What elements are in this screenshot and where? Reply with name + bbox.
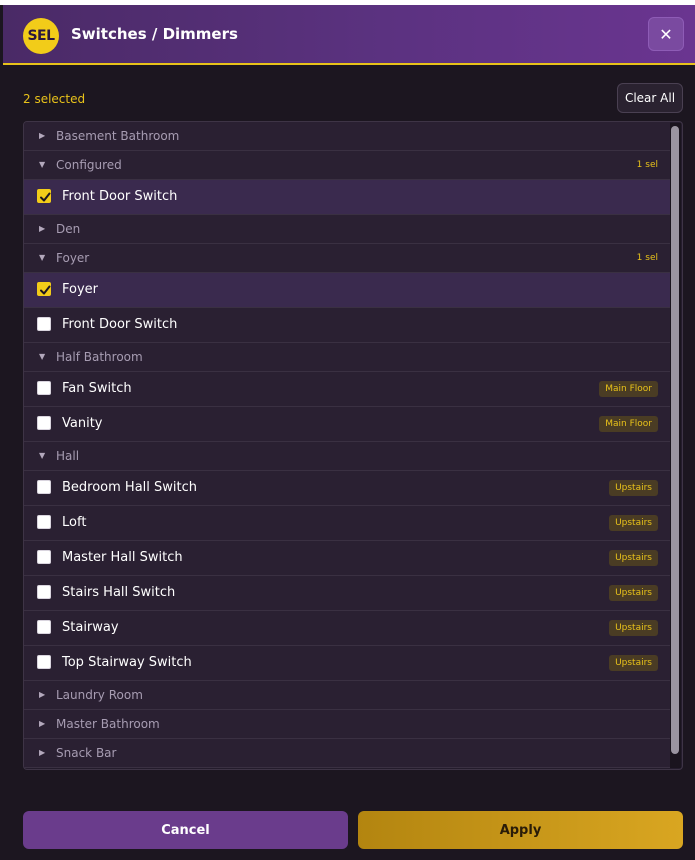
device-list[interactable]: ▶ Basement Bathroom ▼ Configured 1 sel Front … — [23, 121, 683, 770]
caret-down-icon: ▼ — [39, 160, 46, 169]
group-selected-count: 1 sel — [636, 253, 658, 263]
close-button[interactable]: ✕ — [648, 17, 684, 51]
checkbox-checked[interactable] — [37, 282, 51, 296]
sel-badge: SEL — [23, 18, 59, 54]
caret-right-icon: ▶ — [39, 748, 46, 757]
group-selected-count: 1 sel — [636, 160, 658, 170]
group-header[interactable]: ▼ Half Bathroom — [24, 343, 670, 372]
cancel-button[interactable]: Cancel — [23, 811, 348, 849]
item-label: Fan Switch — [62, 381, 132, 396]
scrollbar-thumb[interactable] — [671, 126, 679, 754]
checkbox[interactable] — [37, 620, 51, 634]
group-label: Den — [56, 222, 81, 236]
floor-tag: Upstairs — [609, 480, 658, 496]
list-item[interactable]: Stairway Upstairs — [24, 611, 670, 646]
list-item[interactable]: Front Door Switch — [24, 308, 670, 343]
item-label: Front Door Switch — [62, 317, 178, 332]
checkbox[interactable] — [37, 515, 51, 529]
checkbox[interactable] — [37, 416, 51, 430]
group-header[interactable]: ▶ Laundry Room — [24, 681, 670, 710]
caret-down-icon: ▼ — [39, 352, 46, 361]
floor-tag: Main Floor — [599, 381, 658, 397]
group-label: Basement Bathroom — [56, 129, 180, 143]
item-label: Foyer — [62, 282, 99, 297]
list-item[interactable]: Bedroom Hall Switch Upstairs — [24, 471, 670, 506]
group-label: Configured — [56, 158, 122, 172]
list-item[interactable]: Top Stairway Switch Upstairs — [24, 646, 670, 681]
floor-tag: Upstairs — [609, 655, 658, 671]
group-header[interactable]: ▶ Master Bathroom — [24, 710, 670, 739]
group-header[interactable]: ▶ Basement Bathroom — [24, 122, 670, 151]
clear-all-button[interactable]: Clear All — [617, 83, 683, 113]
floor-tag: Main Floor — [599, 416, 658, 432]
group-label: Hall — [56, 449, 80, 463]
caret-right-icon: ▶ — [39, 690, 46, 699]
group-label: Master Bathroom — [56, 717, 160, 731]
checkbox-checked[interactable] — [37, 189, 51, 203]
item-label: Vanity — [62, 416, 103, 431]
list-item[interactable]: Loft Upstairs — [24, 506, 670, 541]
group-label: Foyer — [56, 251, 90, 265]
group-header[interactable]: ▼ Hall — [24, 442, 670, 471]
item-label: Loft — [62, 515, 87, 530]
caret-down-icon: ▼ — [39, 451, 46, 460]
item-label: Stairway — [62, 620, 119, 635]
floor-tag: Upstairs — [609, 620, 658, 636]
selected-count: 2 selected — [23, 92, 86, 106]
caret-right-icon: ▶ — [39, 131, 46, 140]
check-icon — [40, 192, 51, 202]
floor-tag: Upstairs — [609, 550, 658, 566]
list-item[interactable]: Vanity Main Floor — [24, 407, 670, 442]
item-label: Master Hall Switch — [62, 550, 183, 565]
checkbox[interactable] — [37, 317, 51, 331]
item-label: Top Stairway Switch — [62, 655, 192, 670]
group-header[interactable]: ▼ Foyer 1 sel — [24, 244, 670, 273]
caret-right-icon: ▶ — [39, 224, 46, 233]
caret-right-icon: ▶ — [39, 719, 46, 728]
checkbox[interactable] — [37, 381, 51, 395]
floor-tag: Upstairs — [609, 515, 658, 531]
dialog-header: SEL Switches / Dimmers ✕ — [3, 5, 695, 65]
group-header[interactable]: ▶ Den — [24, 215, 670, 244]
list-item[interactable]: Stairs Hall Switch Upstairs — [24, 576, 670, 611]
list-item[interactable]: Fan Switch Main Floor — [24, 372, 670, 407]
checkbox[interactable] — [37, 480, 51, 494]
item-label: Bedroom Hall Switch — [62, 480, 198, 495]
caret-down-icon: ▼ — [39, 253, 46, 262]
selection-toolbar: 2 selected Clear All — [0, 67, 695, 117]
group-header[interactable]: ▼ Configured 1 sel — [24, 151, 670, 180]
scrollbar[interactable] — [669, 123, 681, 768]
group-label: Laundry Room — [56, 688, 143, 702]
check-icon — [40, 285, 51, 295]
apply-button[interactable]: Apply — [358, 811, 683, 849]
item-label: Stairs Hall Switch — [62, 585, 176, 600]
group-label: Snack Bar — [56, 746, 117, 760]
group-header[interactable]: ▶ Snack Bar — [24, 739, 670, 768]
dialog-footer: Cancel Apply — [0, 790, 695, 860]
checkbox[interactable] — [37, 550, 51, 564]
list-item[interactable]: Front Door Switch — [24, 180, 670, 215]
dialog-title: Switches / Dimmers — [71, 25, 238, 43]
checkbox[interactable] — [37, 585, 51, 599]
list-item[interactable]: Master Hall Switch Upstairs — [24, 541, 670, 576]
close-icon: ✕ — [659, 24, 673, 44]
group-label: Half Bathroom — [56, 350, 143, 364]
floor-tag: Upstairs — [609, 585, 658, 601]
checkbox[interactable] — [37, 655, 51, 669]
item-label: Front Door Switch — [62, 189, 178, 204]
list-item[interactable]: Foyer — [24, 273, 670, 308]
